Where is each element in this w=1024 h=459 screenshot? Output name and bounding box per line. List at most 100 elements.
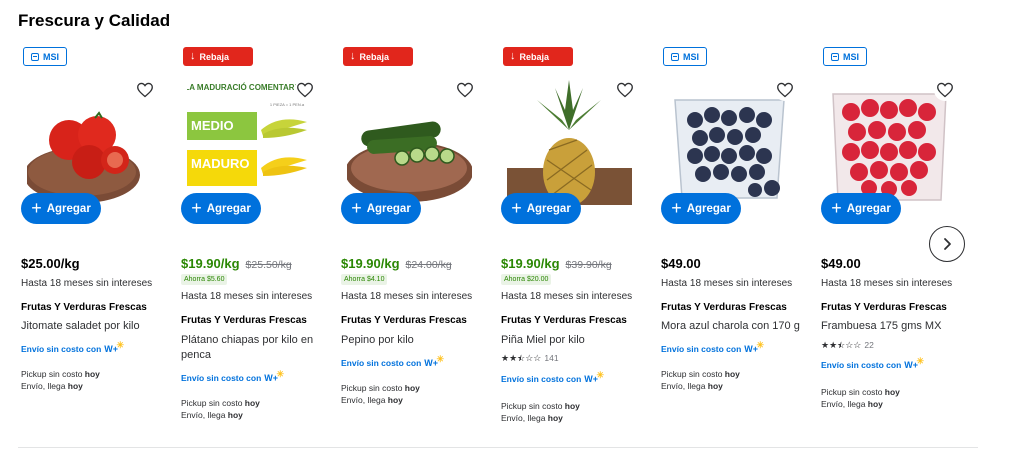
- product-image[interactable]: [347, 80, 472, 205]
- badge-label: MSI: [42, 51, 59, 62]
- price: $19.90/kg: [501, 256, 560, 271]
- price-row: $19.90/kg $39.90/kg: [501, 256, 612, 271]
- price: $25.00/kg: [21, 256, 80, 271]
- add-to-cart-button[interactable]: + Agregar: [661, 193, 741, 224]
- badge-label: MSI: [842, 51, 859, 62]
- delivery-info: Envío, llega hoy: [821, 399, 883, 409]
- product-name[interactable]: Mora azul charola con 170 g: [661, 319, 811, 334]
- pickup-info: Pickup sin costo hoy: [661, 369, 740, 379]
- svg-text:MADURO: MADURO: [191, 156, 250, 171]
- bananas-image: AGREGA LA MADURACIÓ COMENTARIOS DE LA OR…: [187, 80, 312, 205]
- blueberries-image: [674, 99, 785, 199]
- product-image[interactable]: [27, 80, 152, 205]
- favorite-button[interactable]: [934, 79, 956, 101]
- svg-text:MEDIO: MEDIO: [191, 118, 234, 133]
- msi-text: Hasta 18 meses sin intereses: [341, 291, 473, 302]
- product-name[interactable]: Frambuesa 175 gms MX: [821, 319, 971, 334]
- plus-icon: +: [671, 197, 682, 218]
- walmart-pass-icon: W+ ✳: [744, 340, 765, 354]
- rebaja-badge: ↓ Rebaja: [343, 47, 413, 66]
- add-to-cart-button[interactable]: + Agregar: [821, 193, 901, 224]
- msi-text: Hasta 18 meses sin intereses: [21, 278, 153, 289]
- favorite-button[interactable]: [454, 79, 476, 101]
- free-shipping-label: Envío sin costo con W+ ✳: [501, 370, 604, 384]
- badge-label: Rebaja: [199, 51, 230, 62]
- price-row: $49.00: [661, 256, 701, 271]
- brand: Frutas Y Verduras Frescas: [341, 315, 467, 326]
- card-icon: [31, 52, 39, 61]
- price: $49.00: [821, 256, 861, 271]
- price-row: $49.00: [821, 256, 861, 271]
- section-title: Frescura y Calidad: [18, 11, 171, 30]
- add-to-cart-button[interactable]: + Agregar: [21, 193, 101, 224]
- divider: [18, 447, 978, 448]
- svg-text:1 PIEZA = 1 PEN.a: 1 PIEZA = 1 PEN.a: [270, 102, 305, 107]
- pineapple-image: [507, 80, 632, 205]
- walmart-pass-icon: W+ ✳: [904, 356, 925, 370]
- shipping-text: Envío sin costo con: [21, 344, 102, 354]
- add-to-cart-button[interactable]: + Agregar: [501, 193, 581, 224]
- delivery-info: Envío, llega hoy: [21, 381, 83, 391]
- add-label: Agregar: [846, 202, 891, 215]
- product-name[interactable]: Pepino por kilo: [341, 333, 491, 348]
- delivery-info: Envío, llega hoy: [181, 410, 243, 420]
- card-icon: [671, 52, 679, 61]
- carousel-next-button[interactable]: [929, 226, 965, 262]
- product-image[interactable]: AGREGA LA MADURACIÓ COMENTARIOS DE LA OR…: [187, 80, 312, 205]
- msi-badge: MSI: [663, 47, 707, 66]
- add-label: Agregar: [206, 202, 251, 215]
- brand: Frutas Y Verduras Frescas: [501, 315, 627, 326]
- product-card-1: MSI + Agregar $25.00/kg Hasta 18 meses si…: [21, 47, 171, 442]
- product-image[interactable]: [507, 80, 632, 205]
- favorite-button[interactable]: [134, 79, 156, 101]
- arrow-down-icon: ↓: [190, 50, 196, 62]
- product-card-4: ↓ Rebaja + Agregar $19.90/kg $39.90/kg Ahor…: [501, 47, 651, 442]
- walmart-pass-icon: W+ ✳: [424, 354, 445, 368]
- price-row: $25.00/kg: [21, 256, 80, 271]
- msi-badge: MSI: [23, 47, 67, 66]
- add-to-cart-button[interactable]: + Agregar: [181, 193, 261, 224]
- msi-text: Hasta 18 meses sin intereses: [501, 291, 633, 302]
- product-name[interactable]: Piña Miel por kilo: [501, 333, 651, 348]
- shipping-text: Envío sin costo con: [661, 344, 742, 354]
- price-row: $19.90/kg $25.50/kg: [181, 256, 292, 271]
- heart-icon: [457, 82, 473, 98]
- shipping-text: Envío sin costo con: [341, 358, 422, 368]
- plus-icon: +: [351, 197, 362, 218]
- price: $19.90/kg: [181, 256, 240, 271]
- product-card-2: ↓Rebaja AGREGA LA MADURACIÓ COMENTARIOS …: [181, 47, 331, 442]
- add-to-cart-button[interactable]: + Agregar: [341, 193, 421, 224]
- product-name[interactable]: Plátano chiapas por kilo en penca: [181, 333, 331, 363]
- favorite-button[interactable]: [294, 79, 316, 101]
- favorite-button[interactable]: [774, 79, 796, 101]
- savings-badge: Ahorra $4.10: [341, 274, 388, 285]
- brand: Frutas Y Verduras Frescas: [21, 302, 147, 313]
- free-shipping-label: Envío sin costo con W+ ✳: [21, 340, 124, 354]
- rebaja-badge: ↓ Rebaja: [503, 47, 573, 66]
- pickup-info: Pickup sin costo hoy: [501, 401, 580, 411]
- old-price: $24.00/kg: [405, 259, 452, 271]
- msi-text: Hasta 18 meses sin intereses: [821, 278, 953, 289]
- product-card-3: ↓ Rebaja + Agregar $19.90/kg $24.00/kg Ahor…: [341, 47, 491, 442]
- walmart-pass-icon: W+ ✳: [264, 369, 285, 383]
- pickup-info: Pickup sin costo hoy: [341, 383, 420, 393]
- badge-label: Rebaja: [359, 51, 390, 62]
- msi-badge: MSI: [823, 47, 867, 66]
- product-image[interactable]: [827, 80, 952, 205]
- price: $49.00: [661, 256, 701, 271]
- old-price: $25.50/kg: [245, 259, 292, 271]
- add-label: Agregar: [686, 202, 731, 215]
- heart-icon: [777, 82, 793, 98]
- favorite-button[interactable]: [614, 79, 636, 101]
- heart-icon: [937, 82, 953, 98]
- chevron-right-icon: [944, 238, 951, 250]
- heart-icon: [137, 82, 153, 98]
- plus-icon: +: [511, 197, 522, 218]
- rating-stars: ★★☆★☆☆141: [501, 353, 559, 364]
- arrow-down-icon: ↓: [510, 50, 516, 62]
- brand: Frutas Y Verduras Frescas: [821, 302, 947, 313]
- product-image[interactable]: [667, 80, 792, 205]
- arrow-down-icon: ↓: [350, 50, 356, 62]
- product-name[interactable]: Jitomate saladet por kilo: [21, 319, 171, 334]
- msi-text: Hasta 18 meses sin intereses: [181, 291, 313, 302]
